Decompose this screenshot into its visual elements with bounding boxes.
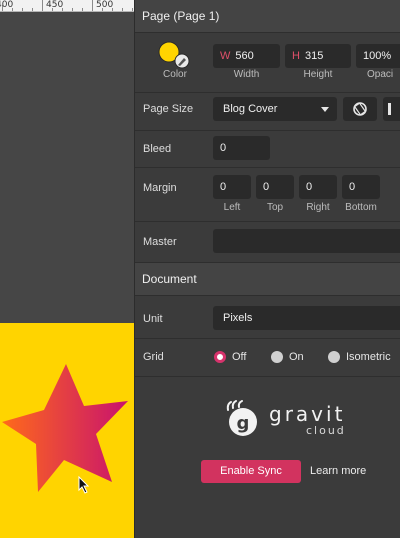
- unit-dropdown[interactable]: Pixels: [213, 306, 400, 330]
- grid-label: Grid: [143, 351, 164, 363]
- chevron-down-icon: [321, 107, 329, 112]
- horizontal-ruler: 400 450 500: [0, 0, 134, 12]
- ruler-tick: [22, 8, 23, 11]
- height-prefix: H: [292, 50, 300, 62]
- margin-right-label: Right: [306, 202, 330, 213]
- margin-left-label: Left: [223, 202, 241, 213]
- gravit-cloud-subtitle: cloud: [306, 424, 346, 437]
- svg-text:g: g: [237, 413, 250, 434]
- margin-label: Margin: [143, 182, 177, 194]
- divider: [135, 221, 400, 222]
- ruler-label: 500: [96, 0, 114, 10]
- ruler-tick: [82, 8, 83, 11]
- ruler-tick: [42, 0, 43, 11]
- gravit-brand: gravit: [269, 402, 346, 426]
- divider: [135, 376, 400, 377]
- width-label: Width: [233, 69, 260, 80]
- margin-left-value: 0: [220, 181, 227, 193]
- page-portrait-icon: [388, 103, 391, 115]
- width-prefix: W: [220, 50, 231, 62]
- ruler-tick: [132, 8, 133, 11]
- width-input[interactable]: W 560: [213, 44, 280, 68]
- bleed-value: 0: [220, 142, 227, 154]
- grid-on-label: On: [289, 351, 304, 363]
- unit-value: Pixels: [223, 312, 253, 324]
- page-section-title: Page (Page 1): [142, 9, 220, 23]
- gravit-cloud-logo-icon: g: [226, 400, 257, 436]
- opacity-value: 100%: [363, 50, 392, 62]
- margin-bottom-label: Bottom: [345, 202, 377, 213]
- height-label: Height: [303, 69, 333, 80]
- grid-on-radio[interactable]: [271, 351, 283, 363]
- height-input[interactable]: H 315: [285, 44, 351, 68]
- width-value: 560: [235, 50, 254, 62]
- page-size-value: Blog Cover: [223, 103, 278, 115]
- design-canvas[interactable]: 400 450 500: [0, 0, 134, 538]
- opacity-input[interactable]: 100%: [356, 44, 400, 68]
- margin-top-input[interactable]: 0: [256, 175, 294, 199]
- ruler-tick: [122, 8, 123, 11]
- rotate-orientation-button[interactable]: [343, 97, 377, 121]
- page-orientation-button[interactable]: [383, 97, 400, 121]
- grid-off-radio[interactable]: [214, 351, 226, 363]
- margin-right-input[interactable]: 0: [299, 175, 337, 199]
- bleed-input[interactable]: 0: [213, 136, 270, 160]
- master-label: Master: [143, 236, 177, 248]
- margin-top-label: Top: [266, 202, 284, 213]
- ruler-label: 450: [46, 0, 64, 10]
- ruler-tick: [72, 8, 73, 11]
- color-label: Color: [163, 69, 187, 80]
- height-value: 315: [304, 50, 324, 62]
- grid-off-label: Off: [232, 351, 247, 363]
- page-size-label: Page Size: [143, 103, 194, 115]
- page-size-dropdown[interactable]: Blog Cover: [213, 97, 337, 121]
- divider: [135, 92, 400, 93]
- margin-left-input[interactable]: 0: [213, 175, 251, 199]
- margin-right-value: 0: [306, 181, 313, 193]
- divider: [135, 167, 400, 168]
- page-section-header[interactable]: Page (Page 1): [135, 0, 400, 33]
- grid-isometric-radio[interactable]: [328, 351, 340, 363]
- star-shape[interactable]: [0, 362, 134, 497]
- master-dropdown[interactable]: [213, 229, 400, 253]
- bleed-label: Bleed: [143, 143, 172, 155]
- inspector-panel: Page (Page 1) Color W 560 Width H 315 Heig…: [134, 0, 400, 538]
- learn-more-link[interactable]: Learn more: [310, 465, 366, 477]
- margin-top-value: 0: [263, 181, 270, 193]
- divider: [135, 338, 400, 339]
- margin-bottom-value: 0: [349, 181, 356, 193]
- mouse-pointer-icon: [78, 476, 90, 494]
- document-section-header[interactable]: Document: [135, 262, 400, 296]
- ruler-label: 400: [0, 0, 14, 10]
- document-section-title: Document: [142, 272, 197, 286]
- unit-label: Unit: [143, 313, 163, 325]
- color-swatch[interactable]: [157, 40, 191, 70]
- ruler-tick: [32, 8, 33, 11]
- rotate-icon: [353, 102, 367, 116]
- enable-sync-button[interactable]: Enable Sync: [201, 460, 301, 483]
- divider: [135, 130, 400, 131]
- margin-bottom-input[interactable]: 0: [342, 175, 380, 199]
- opacity-label: Opaci: [367, 69, 394, 80]
- grid-isometric-label: Isometric: [346, 351, 391, 363]
- ruler-tick: [92, 0, 93, 11]
